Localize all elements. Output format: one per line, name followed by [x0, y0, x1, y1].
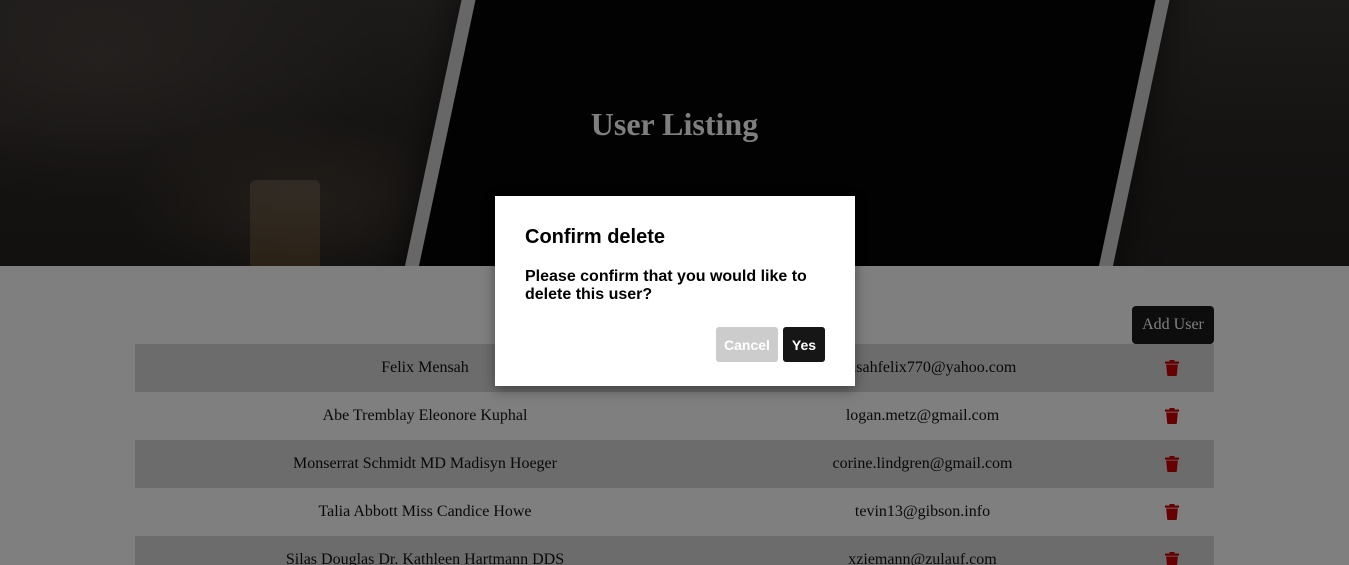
dialog-title: Confirm delete [525, 226, 666, 248]
page: User Listing Add User Felix Mensah mensa… [0, 0, 1349, 565]
dialog-actions: Cancel Yes [716, 327, 825, 362]
confirm-delete-dialog: Confirm delete Please confirm that you w… [495, 196, 855, 386]
dialog-message: Please confirm that you would like to de… [525, 268, 807, 303]
cancel-button[interactable]: Cancel [716, 327, 778, 362]
confirm-yes-button[interactable]: Yes [783, 327, 825, 362]
